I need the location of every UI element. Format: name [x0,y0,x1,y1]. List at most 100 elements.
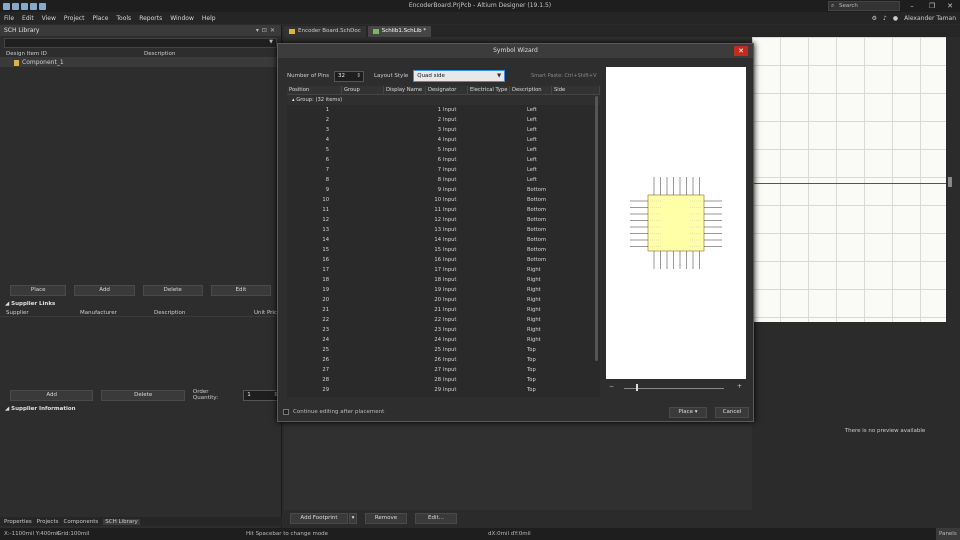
tab-components[interactable]: Components [63,519,98,525]
table-row[interactable]: 7 7 Input Left [287,165,600,175]
place-button[interactable]: Place [10,285,67,296]
user-name[interactable]: Alexander Taman [904,15,956,22]
table-row[interactable]: 18 18 Input Right [287,275,600,285]
menu-tools[interactable]: Tools [116,15,131,22]
chevron-down-icon[interactable]: ▾ [349,512,357,524]
menu-window[interactable]: Window [170,15,194,22]
zoom-out-icon[interactable]: − [609,383,614,390]
table-row[interactable]: 21 21 Input Right [287,305,600,315]
tab-properties[interactable]: Properties [4,519,32,525]
add-button[interactable]: Add [74,285,135,296]
scroll-thumb[interactable] [948,177,952,187]
table-row[interactable]: 14 14 Input Bottom [287,235,600,245]
tab-sch-library[interactable]: SCH Library [103,518,140,525]
vertical-scrollbar[interactable] [946,37,954,322]
col-description[interactable]: Description [144,51,175,57]
table-row[interactable]: 25 25 Input Top [287,345,600,355]
maximize-button[interactable]: ❐ [922,0,942,12]
table-row[interactable]: 12 12 Input Bottom [287,215,600,225]
col-position[interactable]: Position [287,86,342,95]
menu-edit[interactable]: Edit [22,15,34,22]
menu-place[interactable]: Place [92,15,108,22]
col-supplier-description[interactable]: Description [154,310,254,316]
menu-reports[interactable]: Reports [139,15,162,22]
table-row[interactable]: 2 2 Input Left [287,115,600,125]
group-row[interactable]: ▴ Group: (32 items) [287,95,600,105]
place-dialog-button[interactable]: Place ▾ [669,407,707,418]
menu-help[interactable]: Help [202,15,216,22]
zoom-slider-handle[interactable] [636,384,638,391]
minimize-button[interactable]: – [902,0,922,12]
menu-file[interactable]: File [4,15,14,22]
schematic-canvas[interactable] [752,37,946,322]
tab-projects[interactable]: Projects [37,519,59,525]
tab-encoder-board-schdoc[interactable]: Encoder Board.SchDoc [284,26,366,37]
layout-style-select[interactable]: Quad side ▼ [413,70,506,82]
edit-model-button[interactable]: Edit... [415,512,457,524]
add-footprint-button[interactable]: Add Footprint [290,512,348,524]
col-description[interactable]: Description [510,86,552,95]
table-row[interactable]: 22 22 Input Right [287,315,600,325]
col-designator[interactable]: Designator [426,86,468,95]
table-row[interactable]: 4 4 Input Left [287,135,600,145]
pin-table[interactable]: Position Group Display Name Designator E… [287,86,600,397]
add-supplier-button[interactable]: Add [10,389,94,401]
user-icon[interactable]: ● [893,15,898,22]
table-row[interactable]: 6 6 Input Left [287,155,600,165]
table-scrollbar[interactable] [595,96,598,361]
col-unit-price[interactable]: Unit Pric [254,310,277,316]
supplier-info-header[interactable]: ◢ Supplier Information [0,405,281,414]
close-window-button[interactable]: ✕ [940,0,960,12]
table-row[interactable]: 19 19 Input Right [287,285,600,295]
panels-button[interactable]: Panels [936,528,960,540]
table-row[interactable]: 16 16 Input Bottom [287,255,600,265]
library-filter-combo[interactable]: ▼ [4,38,277,48]
continue-editing-option[interactable]: Continue editing after placement [283,409,384,415]
gear-icon[interactable]: ⚙ [872,15,877,22]
list-item[interactable]: Component_1 [0,58,281,67]
open-icon[interactable] [30,2,37,10]
table-row[interactable]: 1 1 Input Left [287,105,600,115]
table-row[interactable]: 29 29 Input Top [287,385,600,395]
supplier-links-header[interactable]: ◢ Supplier Links [0,300,281,309]
table-row[interactable]: 11 11 Input Bottom [287,205,600,215]
delete-button[interactable]: Delete [142,285,203,296]
bell-icon[interactable]: ♪ [883,15,887,22]
cancel-button[interactable]: Cancel [715,407,749,418]
edit-button[interactable]: Edit [210,285,271,296]
table-row[interactable]: 8 8 Input Left [287,175,600,185]
col-electrical-type[interactable]: Electrical Type [468,86,510,95]
tab-schlib1[interactable]: Schlib1.SchLib * [367,26,432,37]
table-row[interactable]: 17 17 Input Right [287,265,600,275]
menu-view[interactable]: View [42,15,56,22]
folder-icon[interactable] [39,2,46,10]
table-row[interactable]: 24 24 Input Right [287,335,600,345]
panel-controls-icon[interactable]: ▾⊡✕ [256,25,278,36]
save-icon[interactable] [3,2,10,10]
table-row[interactable]: 9 9 Input Bottom [287,185,600,195]
order-quantity-input[interactable]: 1 ⇕ [243,389,282,401]
table-row[interactable]: 23 23 Input Right [287,325,600,335]
remove-button[interactable]: Remove [365,512,407,524]
menu-project[interactable]: Project [64,15,85,22]
col-display-name[interactable]: Display Name [384,86,426,95]
table-row[interactable]: 28 28 Input Top [287,375,600,385]
continue-editing-checkbox[interactable] [283,409,289,415]
table-row[interactable]: 5 5 Input Left [287,145,600,155]
new-icon[interactable] [21,2,28,10]
close-icon[interactable]: ✕ [734,46,748,56]
table-row[interactable]: 20 20 Input Right [287,295,600,305]
col-supplier[interactable]: Supplier [6,310,80,316]
zoom-in-icon[interactable]: + [737,383,742,390]
col-design-item-id[interactable]: Design Item ID [6,51,144,57]
col-manufacturer[interactable]: Manufacturer [80,310,154,316]
delete-supplier-button[interactable]: Delete [101,389,185,401]
col-group[interactable]: Group [342,86,384,95]
number-of-pins-input[interactable]: 32 ⇕ [333,70,364,82]
search-input[interactable]: ⌕ Search [828,1,900,11]
table-row[interactable]: 13 13 Input Bottom [287,225,600,235]
save-all-icon[interactable] [12,2,19,10]
table-row[interactable]: 27 27 Input Top [287,365,600,375]
zoom-slider[interactable] [624,388,724,389]
spinner-icon[interactable]: ⇕ [356,72,361,81]
